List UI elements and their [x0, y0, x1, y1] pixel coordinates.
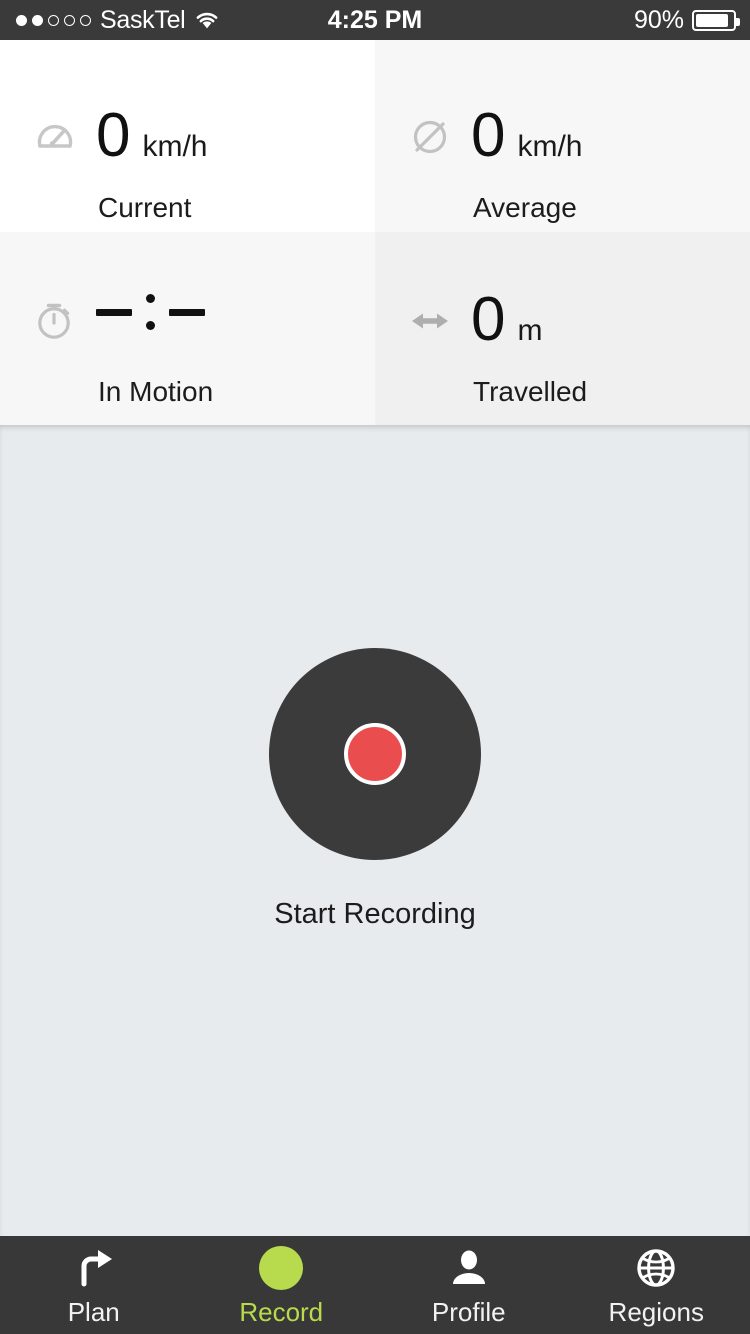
tab-label: Regions — [608, 1296, 704, 1327]
stat-value: 0 — [96, 101, 131, 170]
stat-unit: m — [517, 314, 543, 347]
average-diameter-icon — [405, 112, 455, 162]
start-recording-label: Start Recording — [274, 898, 476, 930]
stat-label: Average — [473, 192, 577, 223]
stat-value-row: 0 km/h — [405, 101, 583, 170]
stat-value-row: 0 km/h — [30, 101, 208, 170]
double-arrow-horizontal-icon — [405, 296, 455, 346]
tab-record[interactable]: Record — [188, 1236, 376, 1334]
stat-value: 0 — [471, 285, 506, 354]
stat-label: Travelled — [473, 376, 588, 407]
record-dot-icon — [259, 1245, 304, 1290]
stats-grid: 0 km/h Current 0 km/h Average In Motion … — [0, 40, 750, 425]
record-dot-icon — [344, 723, 406, 785]
dash-left — [96, 308, 132, 316]
status-bar-right: 90% — [634, 6, 750, 35]
battery-percentage: 90% — [633, 5, 684, 34]
globe-icon — [634, 1246, 678, 1290]
stat-label: Current — [98, 192, 192, 223]
stat-unit: km/h — [142, 130, 208, 163]
tab-profile[interactable]: Profile — [375, 1236, 563, 1334]
person-icon — [447, 1246, 491, 1290]
stat-tile-travelled[interactable]: 0 m Travelled — [375, 232, 750, 425]
tab-label: Record — [239, 1296, 324, 1327]
time-placeholder — [96, 294, 205, 330]
tab-plan[interactable]: Plan — [0, 1236, 188, 1334]
tab-label: Profile — [431, 1296, 506, 1327]
stopwatch-icon — [30, 294, 80, 344]
status-bar: SaskTel 4:25 PM 90% — [0, 0, 750, 40]
start-recording-button[interactable] — [269, 648, 481, 860]
stat-tile-current[interactable]: 0 km/h Current — [0, 40, 375, 232]
record-area: Start Recording — [0, 425, 750, 1236]
speedometer-icon — [30, 112, 80, 162]
stat-label: In Motion — [98, 376, 214, 407]
stat-value — [96, 294, 205, 330]
stat-tile-average[interactable]: 0 km/h Average — [375, 40, 750, 232]
stat-value: 0 — [471, 101, 506, 170]
app-screen: SaskTel 4:25 PM 90% 0 km/h Current 0 km/… — [0, 0, 750, 1334]
tab-regions[interactable]: Regions — [563, 1236, 750, 1334]
colon-separator — [146, 294, 155, 330]
bottom-tab-bar: Plan Record Profile Regions — [0, 1236, 750, 1334]
battery-icon — [692, 9, 740, 31]
stat-value-row: 0 m — [405, 285, 543, 354]
stat-unit: km/h — [517, 130, 583, 163]
stat-tile-in-motion[interactable]: In Motion — [0, 232, 375, 425]
stat-value-row — [30, 294, 205, 344]
tab-label: Plan — [67, 1296, 120, 1327]
record-control: Start Recording — [0, 648, 750, 931]
dash-right — [169, 308, 205, 316]
turn-right-arrow-icon — [72, 1246, 116, 1290]
